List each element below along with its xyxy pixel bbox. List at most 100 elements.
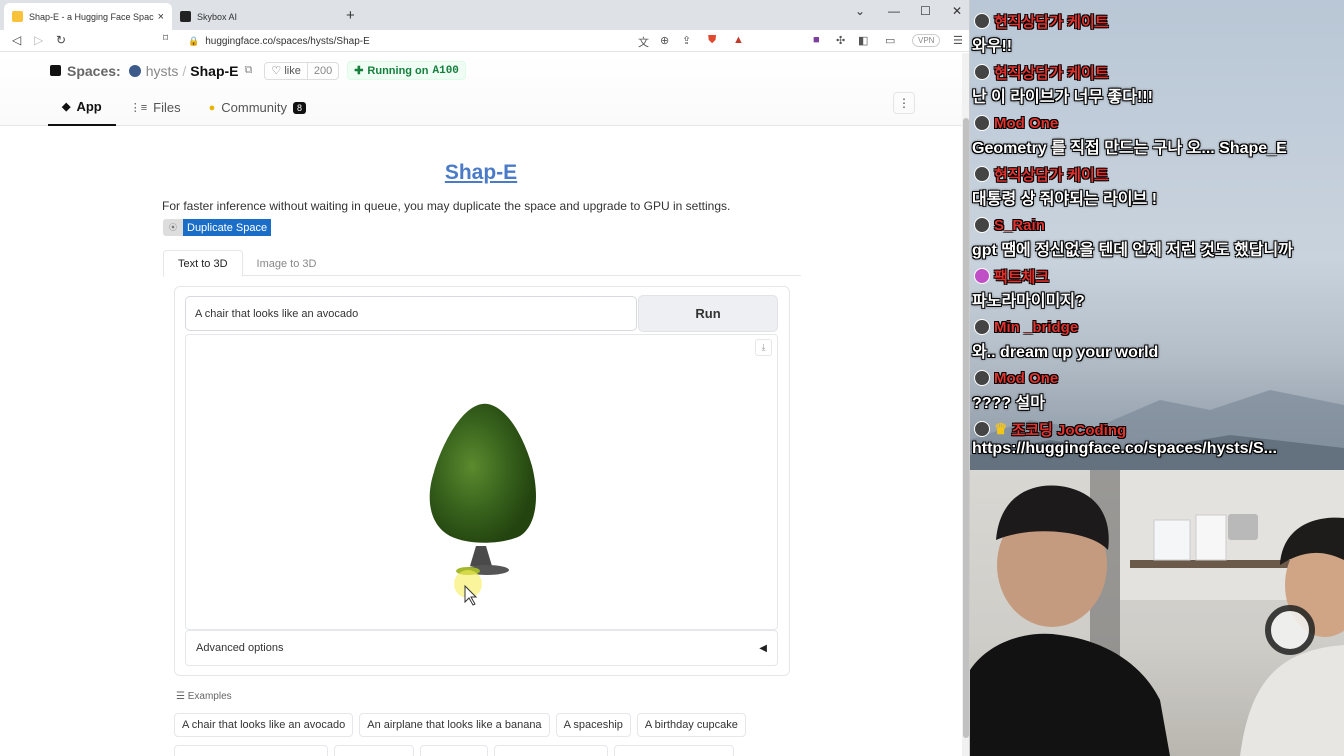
- chat-message: 팩트체크 파노라마이미지?: [970, 265, 1344, 316]
- tab-close-icon[interactable]: ×: [158, 11, 164, 23]
- chat-text: 난 이 라이브가 너무 좋다!!!: [972, 89, 1153, 106]
- chat-username: 현직상담가 케이트: [994, 64, 1109, 82]
- page-scrollbar[interactable]: [962, 53, 969, 756]
- chat-message: 현직상담가 케이트 대통령 상 줘야되는 라이브 !: [970, 163, 1344, 214]
- repo-name[interactable]: Shap-E: [190, 63, 238, 79]
- like-button[interactable]: ♡ like 200: [264, 61, 340, 80]
- spaces-label[interactable]: Spaces:: [67, 63, 121, 79]
- run-button[interactable]: Run: [638, 295, 778, 332]
- example-item[interactable]: [614, 745, 734, 756]
- share-icon[interactable]: ⇪: [682, 34, 691, 47]
- tab-app[interactable]: ◆ App: [48, 89, 116, 126]
- cube-icon: ◆: [62, 101, 71, 113]
- chat-avatar: [974, 64, 990, 80]
- extensions-puzzle-icon[interactable]: ✣: [836, 34, 845, 47]
- bookmark-icon[interactable]: ⌑: [163, 33, 168, 44]
- status-text: Running on: [367, 64, 429, 77]
- chat-username: Mod One: [994, 114, 1059, 132]
- mode-tabs: Text to 3D Image to 3D: [163, 250, 801, 277]
- example-item[interactable]: A spaceship: [555, 713, 631, 737]
- collapse-arrow-icon: ◀: [759, 642, 767, 654]
- translate-icon[interactable]: 文: [638, 34, 649, 50]
- scrollbar-thumb[interactable]: [963, 118, 969, 738]
- chat-username: S_Rain: [994, 216, 1045, 234]
- download-icon[interactable]: ⤓: [755, 339, 772, 356]
- chat-text: Geometry 를 직접 만드는 구나 오... Shape_E: [972, 140, 1287, 157]
- chat-text: 대통령 상 줘야되는 라이브 !: [972, 191, 1158, 208]
- zoom-icon[interactable]: ⊕: [660, 34, 669, 47]
- examples-header: ☰ Examples: [176, 691, 232, 702]
- chat-text: ???? 설마: [972, 395, 1045, 412]
- advanced-options-label: Advanced options: [196, 642, 284, 654]
- headphones: [1265, 605, 1315, 655]
- chat-username: 조코딩 JoCoding: [1011, 421, 1127, 439]
- chat-avatar: [974, 115, 990, 131]
- files-icon: ⋮≡: [129, 102, 148, 114]
- back-button[interactable]: ◁: [12, 33, 21, 47]
- tab-text-to-3d[interactable]: Text to 3D: [163, 250, 243, 277]
- sidebar-icon[interactable]: ◧: [858, 34, 868, 47]
- owner-avatar: [128, 64, 141, 77]
- examples-list-row2: [174, 745, 734, 756]
- tab-image-to-3d[interactable]: Image to 3D: [243, 250, 331, 277]
- tab-files[interactable]: ⋮≡ Files: [116, 89, 195, 126]
- space-breadcrumb: Spaces: hysts / Shap-E ⧉ ♡ like 200 ✚ Ru…: [50, 61, 466, 80]
- vpn-button[interactable]: VPN: [912, 34, 941, 47]
- minimize-button[interactable]: —: [888, 4, 900, 18]
- avocado-chair-3d-model: [429, 403, 536, 606]
- wallet-icon[interactable]: ▭: [885, 34, 895, 47]
- example-item[interactable]: [494, 745, 608, 756]
- tab-search-icon[interactable]: ⌄: [855, 4, 865, 18]
- examples-label: Examples: [187, 691, 232, 702]
- tab-community[interactable]: ● Community 8: [195, 89, 320, 126]
- example-item[interactable]: [174, 745, 328, 756]
- browser-tab-skybox[interactable]: Skybox AI: [172, 3, 340, 30]
- tab-label: Files: [153, 100, 181, 115]
- chat-list: 현직상담가 케이트 와우!! 현직상담가 케이트 난 이 라이브가 너무 좋다!…: [970, 10, 1344, 469]
- list-icon: ☰: [176, 691, 185, 702]
- forward-button[interactable]: ▷: [34, 33, 43, 47]
- space-header: Spaces: hysts / Shap-E ⧉ ♡ like 200 ✚ Ru…: [0, 53, 962, 126]
- brave-rewards-icon[interactable]: ▲: [733, 34, 744, 46]
- example-item[interactable]: [420, 745, 488, 756]
- running-icon: ✚: [354, 65, 364, 77]
- close-window-button[interactable]: ✕: [952, 4, 962, 18]
- chat-text: 와우!!: [972, 38, 1013, 55]
- example-item[interactable]: [334, 745, 414, 756]
- browser-tab-shap-e[interactable]: Shap-E - a Hugging Face Space ×: [4, 3, 172, 30]
- examples-list: A chair that looks like an avocado An ai…: [174, 713, 746, 737]
- browser-toolbar: ◁ ▷ ↻ ⌑ 🔒 huggingface.co/spaces/hysts/Sh…: [0, 30, 969, 52]
- owner-link[interactable]: hysts: [146, 63, 179, 79]
- webcam-feed: [970, 470, 1344, 756]
- duplicate-space-button[interactable]: Duplicate Space: [183, 219, 272, 236]
- brave-shields-icon[interactable]: ⛊: [708, 34, 716, 47]
- app-description: For faster inference without waiting in …: [162, 199, 731, 213]
- chat-avatar: [974, 370, 990, 386]
- more-options-icon[interactable]: ⋮: [893, 92, 915, 114]
- tab-title: Skybox AI: [197, 11, 238, 22]
- tab-title: Shap-E - a Hugging Face Space: [29, 11, 154, 22]
- chat-message: Mod One Geometry 를 직접 만드는 구나 오... Shape_…: [970, 112, 1344, 163]
- chat-avatar: [974, 166, 990, 182]
- address-bar[interactable]: 🔒 huggingface.co/spaces/hysts/Shap-E: [188, 32, 908, 50]
- duplicate-space-badge[interactable]: ⦿ Duplicate Space: [163, 219, 272, 236]
- extension-icon[interactable]: ■: [813, 34, 820, 46]
- advanced-options-accordion[interactable]: Advanced options ◀: [185, 630, 778, 666]
- example-item[interactable]: An airplane that looks like a banana: [359, 713, 550, 737]
- prompt-input[interactable]: A chair that looks like an avocado: [185, 296, 637, 331]
- example-item[interactable]: A birthday cupcake: [636, 713, 746, 737]
- menu-icon[interactable]: ☰: [953, 34, 963, 47]
- app-title-link[interactable]: Shap-E: [0, 161, 962, 185]
- copy-icon[interactable]: ⧉: [245, 64, 253, 77]
- example-item[interactable]: A chair that looks like an avocado: [174, 713, 354, 737]
- new-tab-button[interactable]: +: [346, 7, 355, 24]
- chat-avatar: [974, 421, 990, 437]
- chat-text: gpt 땜에 정신없을 텐데 언제 저런 것도 했답니까: [972, 242, 1293, 259]
- chat-message: S_Rain gpt 땜에 정신없을 텐데 언제 저런 것도 했답니까: [970, 214, 1344, 265]
- reload-button[interactable]: ↻: [56, 33, 66, 47]
- maximize-button[interactable]: ☐: [920, 4, 931, 18]
- browser-window: Shap-E - a Hugging Face Space × Skybox A…: [0, 0, 970, 756]
- person-1-shirt: [970, 633, 1170, 756]
- chat-username: 팩트체크: [994, 268, 1050, 286]
- chat-avatar: [974, 268, 990, 284]
